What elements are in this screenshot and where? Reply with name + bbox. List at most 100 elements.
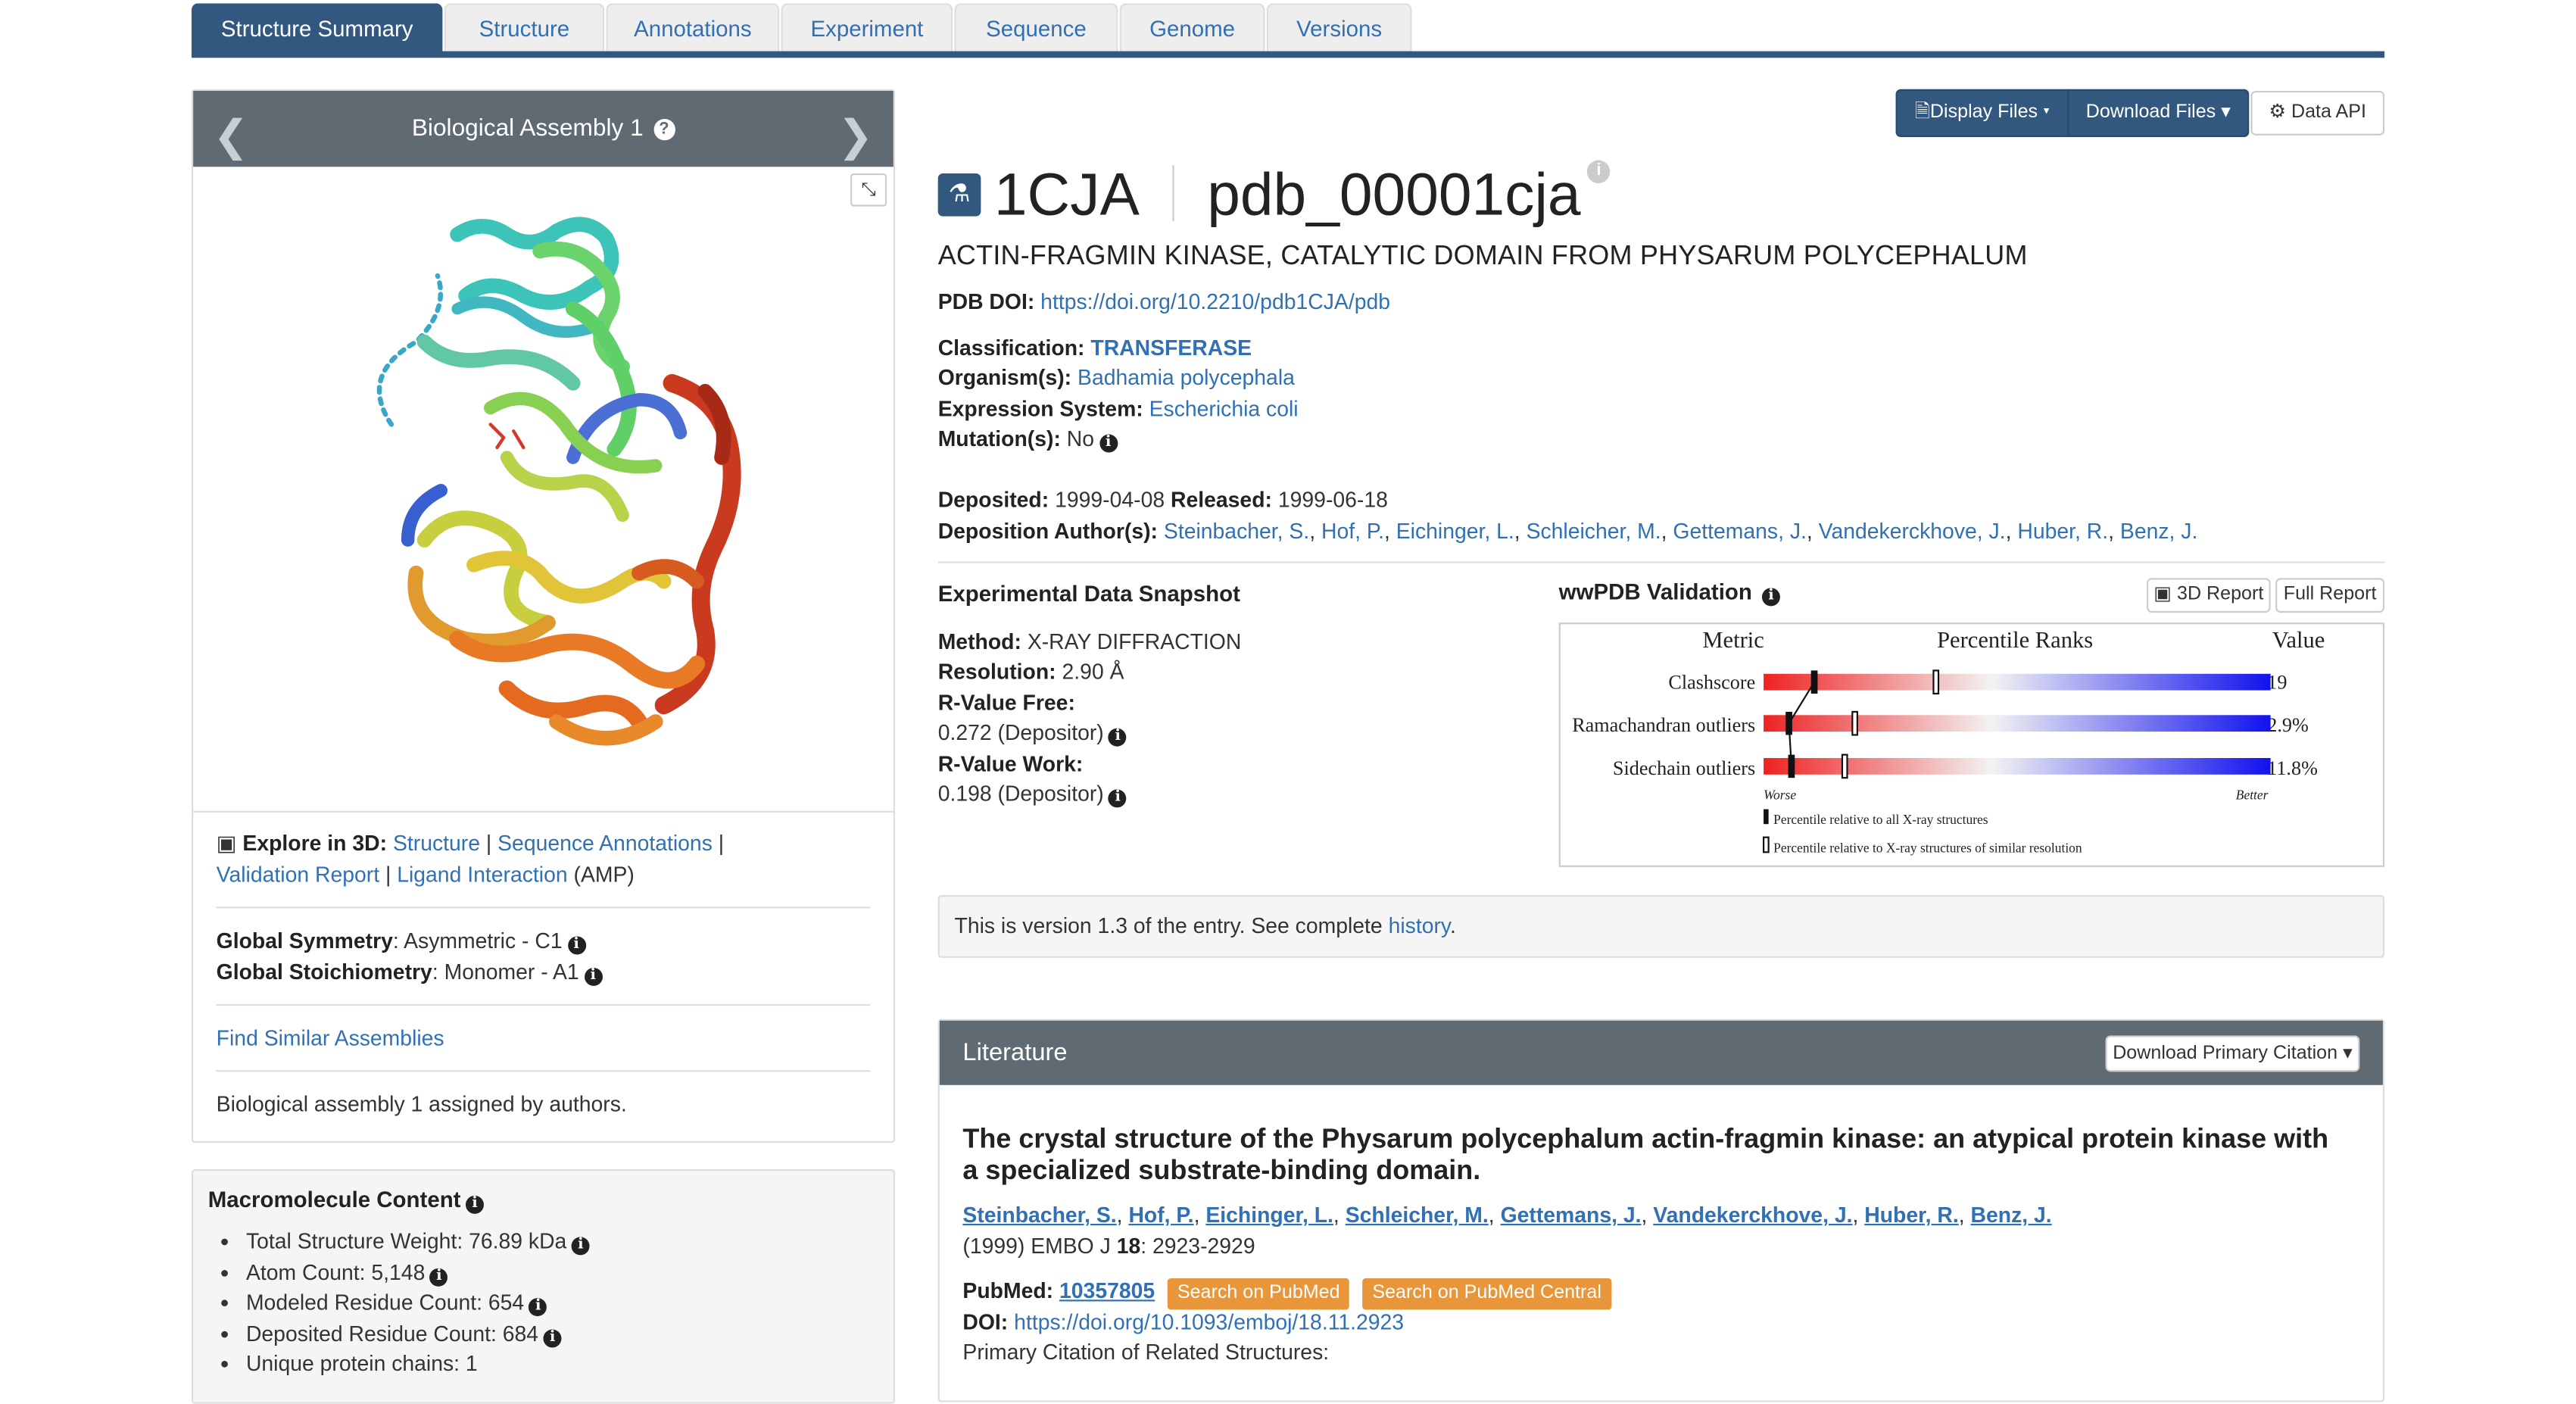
info-icon[interactable]: i (466, 1195, 485, 1214)
cube-icon: ▣ (216, 830, 237, 856)
citation-journal: (1999) EMBO J 18: 2923-2929 (962, 1234, 1255, 1259)
author-link[interactable]: Huber, R. (2017, 519, 2108, 544)
percentile-marker-resolution (1841, 753, 1848, 779)
global-symmetry: Global Symmetry: Asymmetric - C1 i (217, 925, 871, 956)
tab-annotations[interactable]: Annotations (606, 3, 780, 55)
dates-row: Deposited: 1999-04-08 Released: 1999-06-… (937, 487, 1388, 513)
citation-author-link[interactable]: Benz, J. (1971, 1203, 2052, 1228)
legend-all-swatch (1764, 809, 1769, 825)
validation-slider-panel[interactable]: Metric Percentile Ranks Value Clashscore… (1558, 622, 2385, 867)
classification-row: Classification: TRANSFERASE (937, 335, 1252, 360)
authors-row: Deposition Author(s): Steinbacher, S., H… (937, 518, 2198, 544)
version-note: This is version 1.3 of the entry. See co… (937, 894, 2385, 958)
citation-author-link[interactable]: Steinbacher, S. (962, 1203, 1116, 1228)
full-report-button[interactable]: Full Report (2275, 578, 2385, 613)
author-link[interactable]: Hof, P. (1321, 519, 1384, 544)
pdb-doi-link[interactable]: https://doi.org/10.2210/pdb1CJA/pdb (1040, 289, 1390, 314)
tab-structure[interactable]: Structure (444, 3, 605, 55)
organism-link[interactable]: Badhamia polycephala (1077, 365, 1295, 390)
info-icon[interactable]: i (1109, 789, 1127, 808)
author-link[interactable]: Vandekerckhove, J. (1819, 519, 2006, 544)
citation-title: The crystal structure of the Physarum po… (962, 1125, 2329, 1186)
author-link[interactable]: Steinbacher, S. (1164, 519, 1309, 544)
info-icon[interactable]: i (571, 1237, 590, 1256)
resolution-row: Resolution: 2.90 Å (937, 659, 1124, 684)
rwork-label: R-Value Work: (937, 750, 1084, 775)
cube-icon: ▣ (2153, 585, 2172, 605)
info-icon[interactable]: i (543, 1328, 562, 1347)
divider (216, 906, 871, 909)
download-files-button[interactable]: Download Files ▾ (2067, 89, 2250, 138)
info-icon[interactable]: i (529, 1298, 547, 1317)
tab-versions[interactable]: Versions (1266, 3, 1412, 55)
info-icon[interactable]: i (567, 936, 586, 955)
tab-structure-summary[interactable]: Structure Summary (191, 3, 443, 55)
citation-doi-link[interactable]: https://doi.org/10.1093/emboj/18.11.2923 (1014, 1309, 1404, 1334)
explore-structure-link[interactable]: Structure (393, 831, 480, 856)
info-icon[interactable]: i (1761, 588, 1780, 607)
citation-author-link[interactable]: Schleicher, M. (1346, 1203, 1489, 1228)
tab-genome[interactable]: Genome (1119, 3, 1265, 55)
flask-icon: ⚗ (937, 173, 981, 217)
tab-underline (191, 51, 2385, 58)
explore-sequence-annotations-link[interactable]: Sequence Annotations (497, 831, 713, 856)
citation-author-link[interactable]: Gettemans, J. (1501, 1203, 1642, 1228)
search-pubmed-button[interactable]: Search on PubMed (1167, 1278, 1350, 1310)
search-pmc-button[interactable]: Search on PubMed Central (1362, 1278, 1611, 1310)
assembly-panel: ❮ Biological Assembly 1? ❯ ⤡ ▣ Explore i… (191, 89, 895, 1143)
tab-sequence[interactable]: Sequence (954, 3, 1118, 55)
page-root: Structure Summary Structure Annotations … (0, 0, 2576, 1404)
citation-author-link[interactable]: Eichinger, L. (1205, 1203, 1333, 1228)
download-primary-citation-button[interactable]: Download Primary Citation ▾ (2105, 1035, 2360, 1072)
info-icon[interactable]: i (1587, 160, 1611, 184)
citation-author-link[interactable]: Vandekerckhove, J. (1653, 1203, 1852, 1228)
explore-validation-report-link[interactable]: Validation Report (217, 862, 379, 887)
info-icon[interactable]: i (1109, 728, 1127, 747)
expression-link[interactable]: Escherichia coli (1149, 396, 1299, 421)
pubmed-link[interactable]: 10357805 (1059, 1278, 1155, 1303)
percentile-marker-resolution (1851, 710, 1858, 736)
pdb-doi-row: PDB DOI: https://doi.org/10.2210/pdb1CJA… (937, 289, 1390, 314)
data-api-button[interactable]: ⚙ Data API (2250, 90, 2385, 136)
assembly-details: ▣ Explore in 3D: Structure | Sequence An… (216, 828, 871, 1120)
method-row: Method: X-RAY DIFFRACTION (937, 628, 1242, 654)
experimental-snapshot: Experimental Data Snapshot Method: X-RAY… (938, 579, 1483, 810)
info-icon[interactable]: i (1099, 434, 1118, 453)
legend-res-swatch (1763, 836, 1770, 853)
assigned-note: Biological assembly 1 assigned by author… (216, 1091, 627, 1117)
author-link[interactable]: Benz, J. (2120, 519, 2197, 544)
worse-label: Worse (1764, 788, 1797, 803)
mutation-row: Mutation(s): No i (938, 426, 1118, 453)
explore-ligand-interaction-link[interactable]: Ligand Interaction (397, 862, 567, 887)
next-assembly-icon[interactable]: ❯ (837, 111, 874, 162)
info-icon[interactable]: i (429, 1267, 448, 1286)
structure-image[interactable] (292, 210, 787, 804)
question-circle-icon[interactable]: ? (653, 119, 675, 141)
macromolecule-title: Macromolecule Content i (208, 1187, 485, 1214)
display-files-button[interactable]: 🗎Display Files ▾ (1895, 89, 2069, 138)
id-separator (1172, 165, 1174, 222)
percentile-bar (1764, 673, 2271, 691)
author-link[interactable]: Eichinger, L. (1396, 519, 1514, 544)
divider (216, 1003, 871, 1006)
info-icon[interactable]: i (584, 967, 603, 986)
classification-link[interactable]: TRANSFERASE (1090, 335, 1252, 360)
author-link[interactable]: Gettemans, J. (1673, 519, 1806, 544)
citation-author-link[interactable]: Hof, P. (1128, 1203, 1193, 1228)
citation-author-link[interactable]: Huber, R. (1864, 1203, 1958, 1228)
percentile-marker-resolution (1932, 669, 1940, 695)
snapshot-title: Experimental Data Snapshot (937, 581, 1240, 607)
assembly-title-wrap: Biological Assembly 1? (193, 116, 893, 142)
divider (216, 1070, 871, 1072)
literature-title: Literature (962, 1038, 1068, 1067)
percentile-bar (1764, 715, 2271, 732)
ligand-suffix: (AMP) (573, 862, 635, 888)
history-link[interactable]: history (1389, 913, 1450, 938)
author-link[interactable]: Schleicher, M. (1527, 519, 1661, 544)
tab-experiment[interactable]: Experiment (781, 3, 953, 55)
3d-report-button[interactable]: ▣ 3D Report (2147, 578, 2271, 613)
divider (937, 561, 2385, 563)
global-stoichiometry: Global Stoichiometry: Monomer - A1 i (217, 956, 871, 987)
expand-icon[interactable]: ⤡ (850, 173, 887, 207)
find-similar-assemblies-link[interactable]: Find Similar Assemblies (217, 1025, 444, 1050)
